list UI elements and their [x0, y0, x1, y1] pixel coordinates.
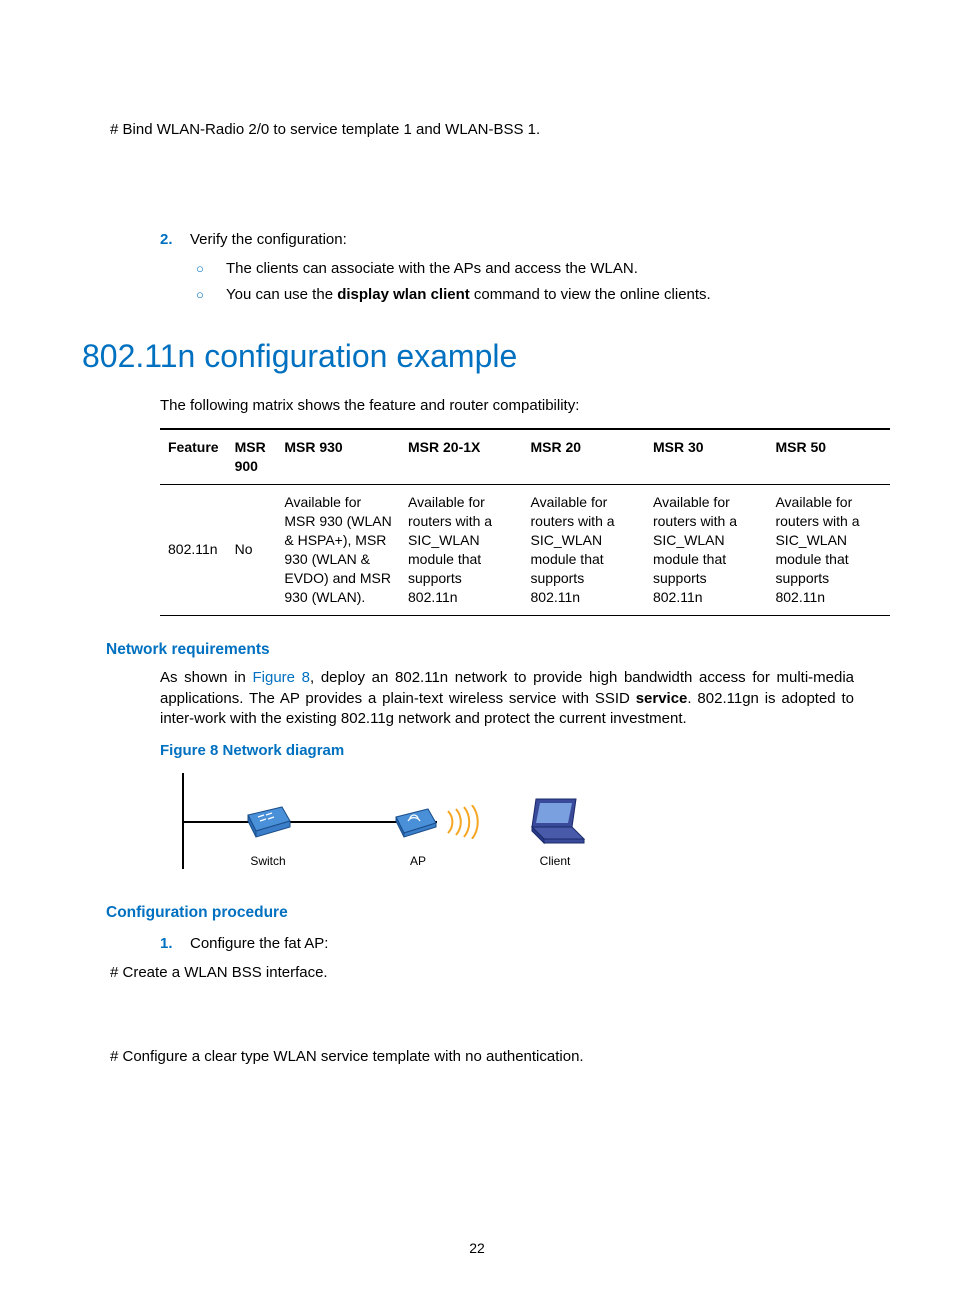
network-requirements-heading: Network requirements	[106, 640, 854, 661]
bullet-icon: ○	[196, 259, 226, 279]
network-diagram: Switch AP Client	[172, 769, 602, 879]
ap-label: AP	[398, 853, 438, 869]
network-requirements-text: As shown in Figure 8, deploy an 802.11n …	[160, 668, 854, 729]
th: MSR 900	[227, 429, 277, 484]
section-heading: 802.11n configuration example	[82, 335, 854, 378]
step-num: 1.	[160, 934, 190, 954]
switch-label: Switch	[238, 853, 298, 869]
switch-icon	[244, 805, 292, 839]
td: Available for routers with a SIC_WLAN mo…	[400, 485, 522, 615]
client-label: Client	[530, 853, 580, 869]
td: Available for routers with a SIC_WLAN mo…	[523, 485, 645, 615]
th: MSR 30	[645, 429, 767, 484]
command-name: display wlan client	[337, 286, 470, 303]
matrix-intro: The following matrix shows the feature a…	[160, 396, 854, 416]
bullet-text: You can use the display wlan client comm…	[226, 285, 711, 305]
figure-link[interactable]: Figure 8	[253, 669, 311, 686]
step-1: 1. Configure the fat AP:	[160, 934, 854, 954]
th: MSR 930	[276, 429, 400, 484]
bullet-text: The clients can associate with the APs a…	[226, 259, 638, 279]
bind-note: # Bind WLAN-Radio 2/0 to service templat…	[110, 120, 854, 140]
step-text: Verify the configuration:	[190, 230, 347, 250]
figure-caption: Figure 8 Network diagram	[160, 741, 854, 761]
td: Available for routers with a SIC_WLAN mo…	[767, 485, 890, 615]
create-bss-note: # Create a WLAN BSS interface.	[110, 963, 854, 983]
ap-icon	[394, 805, 438, 839]
bullet-1: ○ The clients can associate with the APs…	[196, 259, 854, 279]
service-template-note: # Configure a clear type WLAN service te…	[110, 1047, 854, 1067]
step-2: 2. Verify the configuration:	[160, 230, 854, 250]
text: command to view the online clients.	[470, 286, 711, 303]
table-row: 802.11n No Available for MSR 930 (WLAN &…	[160, 485, 890, 615]
page-number: 22	[0, 1240, 954, 1256]
laptop-icon	[518, 795, 586, 845]
td: No	[227, 485, 277, 615]
ssid-name: service	[636, 690, 688, 707]
bullet-2: ○ You can use the display wlan client co…	[196, 285, 854, 305]
config-procedure-heading: Configuration procedure	[106, 903, 854, 924]
td: Available for MSR 930 (WLAN & HSPA+), MS…	[276, 485, 400, 615]
th: MSR 50	[767, 429, 890, 484]
wifi-waves-icon	[444, 805, 492, 839]
th: MSR 20-1X	[400, 429, 522, 484]
th: Feature	[160, 429, 227, 484]
compatibility-table: Feature MSR 900 MSR 930 MSR 20-1X MSR 20…	[160, 428, 890, 615]
table-header-row: Feature MSR 900 MSR 930 MSR 20-1X MSR 20…	[160, 429, 890, 484]
th: MSR 20	[523, 429, 645, 484]
text: You can use the	[226, 286, 337, 303]
td: 802.11n	[160, 485, 227, 615]
step-text: Configure the fat AP:	[190, 934, 328, 954]
text: As shown in	[160, 669, 253, 686]
step-num: 2.	[160, 230, 190, 250]
bullet-icon: ○	[196, 285, 226, 305]
td: Available for routers with a SIC_WLAN mo…	[645, 485, 767, 615]
